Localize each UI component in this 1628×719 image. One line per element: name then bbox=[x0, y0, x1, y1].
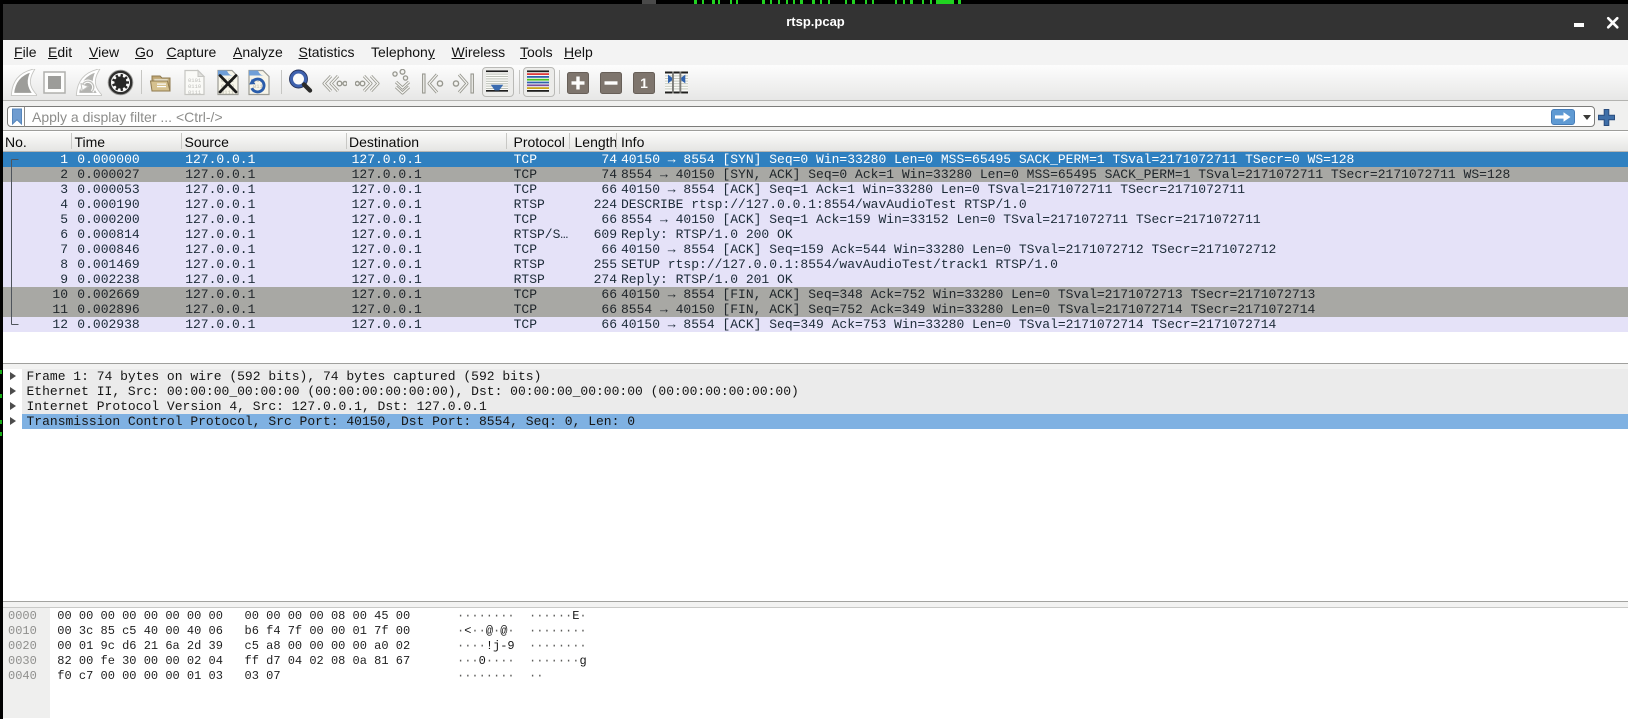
svg-text:0111: 0111 bbox=[188, 89, 202, 96]
svg-text:1: 1 bbox=[640, 75, 648, 91]
